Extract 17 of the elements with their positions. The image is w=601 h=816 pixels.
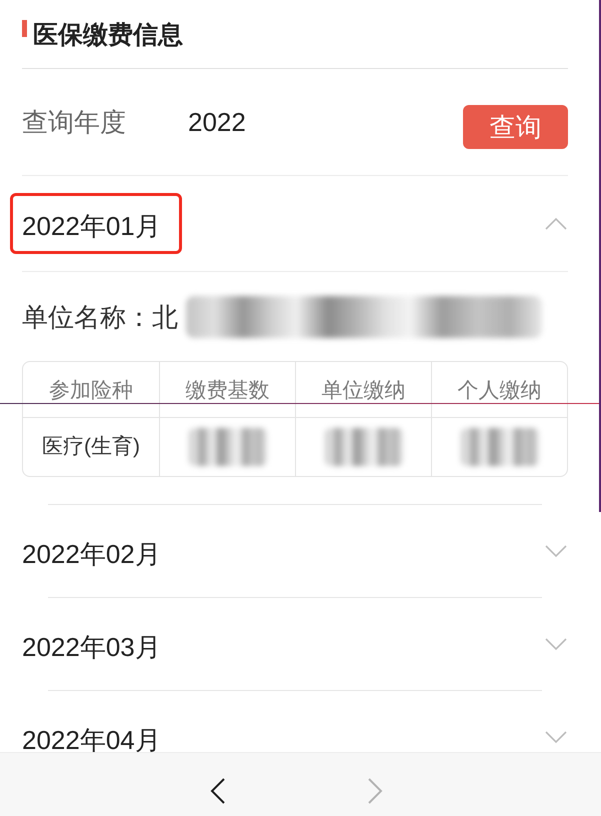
query-button[interactable]: 查询 [463,105,568,149]
chevron-down-icon[interactable] [545,731,567,743]
company-name: 北 [152,301,178,334]
company-label: 单位名称： [22,301,152,334]
column-header: 参加险种 [48,378,134,404]
year-field[interactable]: 2022 [188,105,246,139]
month-label[interactable]: 2022年01月 [22,211,161,241]
section-title: 医保缴费信息 [33,20,183,50]
query-year-label: 查询年度 [22,106,127,139]
month-label[interactable]: 2022年03月 [22,632,161,662]
chevron-down-icon[interactable] [545,545,567,557]
title-accent-bar [22,20,27,37]
chevron-down-icon[interactable] [545,638,567,650]
month-label[interactable]: 2022年04月 [22,724,161,752]
table-cell-text: 医疗(生育) [41,434,141,460]
month-label[interactable]: 2022年02月 [22,538,161,568]
chevron-up-icon[interactable] [545,218,567,230]
